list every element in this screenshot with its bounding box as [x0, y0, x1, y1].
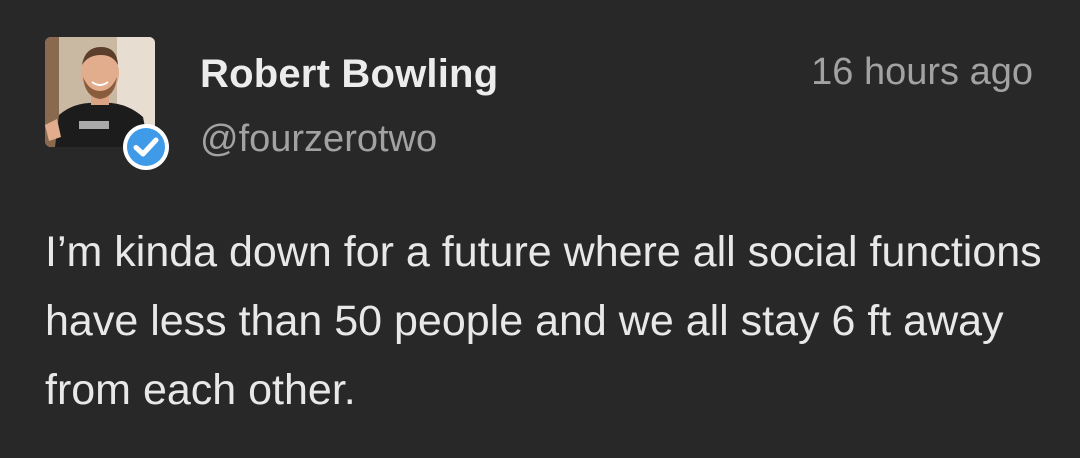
tweet-text: I’m kinda down for a future where all so…	[45, 228, 1042, 414]
verified-check-icon	[122, 123, 170, 171]
tweet-card: Robert Bowling @fourzerotwo 16 hours ago…	[0, 0, 1080, 458]
author-name[interactable]: Robert Bowling	[200, 52, 498, 97]
author-handle[interactable]: @fourzerotwo	[200, 118, 437, 161]
avatar-container[interactable]	[45, 37, 169, 170]
timestamp[interactable]: 16 hours ago	[811, 51, 1033, 94]
